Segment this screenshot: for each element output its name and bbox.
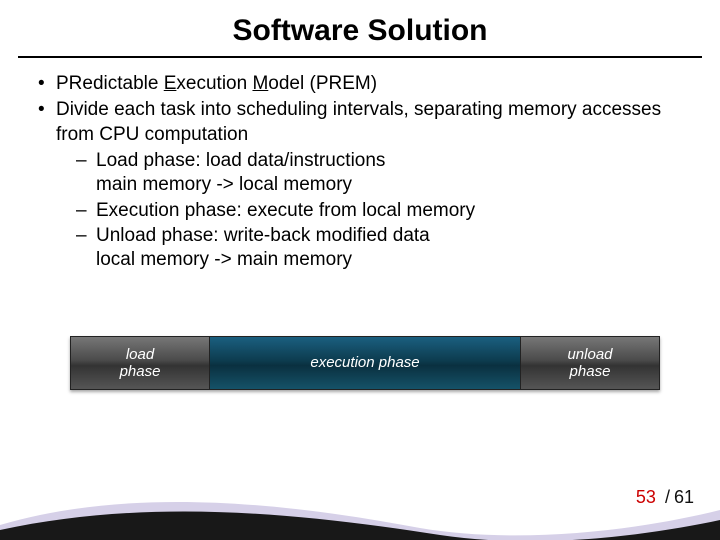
text: E xyxy=(164,73,177,94)
slide-body: PRedictable Execution Model (PREM) Divid… xyxy=(0,58,720,273)
phase-label: unload phase xyxy=(567,346,612,381)
text: local memory -> main memory xyxy=(96,249,352,270)
bullet-divide: Divide each task into scheduling interva… xyxy=(38,98,698,272)
page-current: 53 xyxy=(636,487,656,507)
sub-unload: – Unload phase: write-back modified data… xyxy=(56,224,698,273)
slide: { "title": "Software Solution", "bullets… xyxy=(0,0,720,540)
page-number: 53 /61 xyxy=(636,487,694,508)
phase-bar: load phase execution phase unload phase xyxy=(70,336,660,390)
text: main memory -> local memory xyxy=(96,174,352,195)
text: xecution xyxy=(176,73,252,94)
phase-label: execution phase xyxy=(310,354,419,371)
page-sep: / xyxy=(665,487,670,507)
phase-unload: unload phase xyxy=(520,336,660,390)
text: PRedictable xyxy=(56,73,164,94)
text: M xyxy=(252,73,268,94)
text: Divide each task into scheduling interva… xyxy=(56,99,661,144)
sub-exec: – Execution phase: execute from local me… xyxy=(56,199,698,223)
sub-load: – Load phase: load data/instructions mai… xyxy=(56,149,698,198)
dash-icon: – xyxy=(76,224,87,248)
slide-title: Software Solution xyxy=(0,0,720,54)
text: Unload phase: write-back modified data xyxy=(96,225,430,246)
phase-load: load phase xyxy=(70,336,210,390)
page-total: 61 xyxy=(674,487,694,507)
text: odel (PREM) xyxy=(268,73,377,94)
swoosh-decor xyxy=(0,480,720,540)
bullet-prem: PRedictable Execution Model (PREM) xyxy=(38,72,698,96)
sub-list: – Load phase: load data/instructions mai… xyxy=(56,149,698,273)
phase-execution: execution phase xyxy=(210,336,520,390)
text: Load phase: load data/instructions xyxy=(96,150,385,171)
bullet-list: PRedictable Execution Model (PREM) Divid… xyxy=(38,72,698,273)
text: Execution phase: execute from local memo… xyxy=(96,200,475,221)
dash-icon: – xyxy=(76,199,87,223)
phase-label: load phase xyxy=(120,346,161,381)
dash-icon: – xyxy=(76,149,87,173)
